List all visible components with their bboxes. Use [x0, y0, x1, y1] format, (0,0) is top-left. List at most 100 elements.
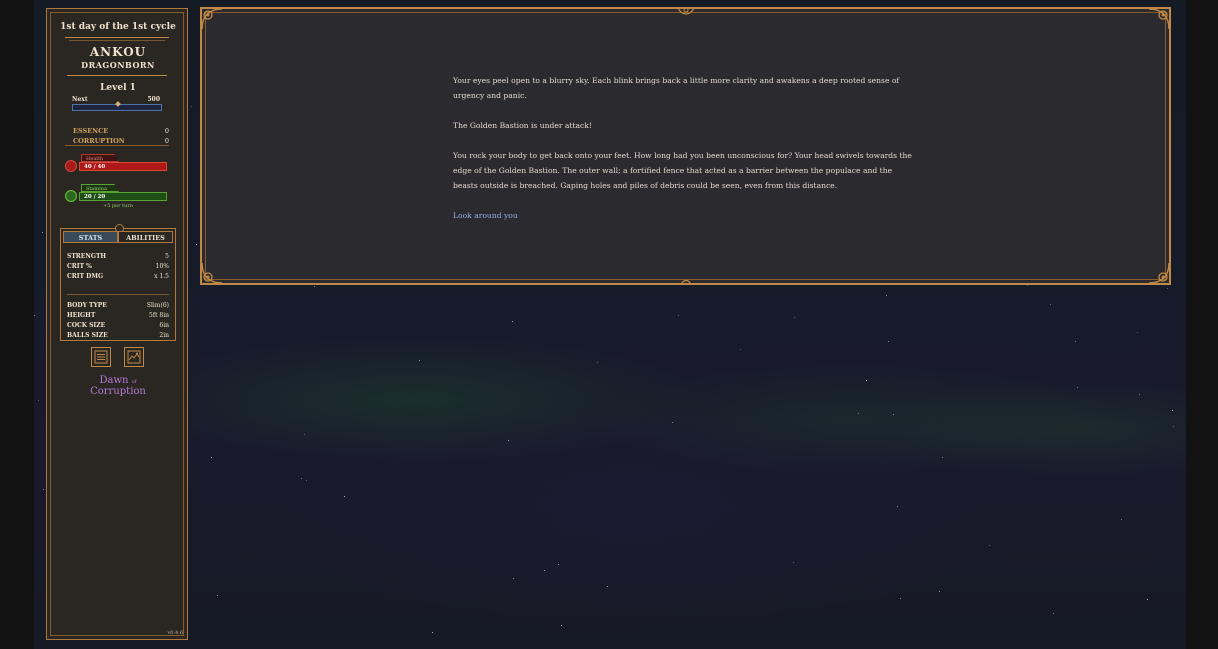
corruption-label: CORRUPTION — [73, 137, 125, 145]
star — [419, 360, 420, 361]
star — [939, 591, 940, 592]
star — [512, 321, 513, 322]
star — [794, 317, 795, 318]
star — [1137, 332, 1138, 333]
stamina-label: Stamina — [81, 184, 119, 192]
tab-stats[interactable]: STATS — [63, 231, 118, 243]
xp-marker — [115, 101, 121, 107]
body-value: 5ft 8in — [149, 312, 169, 319]
character-level: Level 1 — [100, 83, 136, 93]
body-value: 6in — [159, 322, 169, 329]
star — [672, 422, 673, 423]
star — [196, 244, 197, 245]
star — [1121, 519, 1122, 520]
star — [942, 457, 943, 458]
star — [211, 457, 212, 458]
star — [858, 413, 859, 414]
star — [42, 232, 43, 233]
star — [344, 496, 345, 497]
star — [897, 506, 898, 507]
stamina-bar: 20 / 20 — [79, 192, 167, 201]
stat-label: STRENGTH — [67, 253, 107, 260]
essence-value: 0 — [164, 127, 169, 135]
star — [740, 349, 741, 350]
logo-corruption: Corruption — [90, 386, 146, 397]
star — [1053, 613, 1054, 614]
divider — [67, 75, 167, 76]
star — [34, 315, 35, 316]
star — [1050, 304, 1051, 305]
stat-value: 10% — [155, 263, 169, 270]
divider — [69, 40, 165, 41]
version-label: v0.4.6 — [167, 630, 183, 636]
star — [886, 295, 887, 296]
essence-label: ESSENCE — [73, 127, 109, 135]
map-icon — [127, 350, 141, 364]
journal-button[interactable] — [91, 347, 111, 367]
star — [1075, 341, 1076, 342]
xp-bar — [72, 101, 162, 111]
ornament-top-icon — [677, 7, 695, 15]
star — [1173, 426, 1174, 427]
star — [38, 400, 39, 401]
corruption-value: 0 — [164, 137, 169, 145]
ornament-corner-icon — [201, 262, 223, 284]
story-paragraph: You rock your body to get back onto your… — [453, 151, 912, 190]
star — [866, 380, 867, 381]
body-label: COCK SIZE — [67, 322, 106, 329]
star — [1139, 394, 1140, 395]
star — [888, 341, 889, 342]
stat-value: 5 — [165, 253, 169, 260]
star — [544, 570, 545, 571]
look-around-link[interactable]: Look around you — [453, 211, 518, 220]
star — [513, 578, 514, 579]
stats-panel: STATS ABILITIES STRENGTH 5 CRIT % 10% CR… — [60, 224, 176, 341]
star — [678, 315, 679, 316]
story-panel: Your eyes peel open to a blurry sky. Eac… — [200, 7, 1171, 286]
story-paragraph: The Golden Bastion is under attack! — [453, 121, 592, 130]
health-bar: 40 / 40 — [79, 162, 167, 171]
day-cycle-label: 1st day of the 1st cycle — [60, 22, 176, 32]
body-value: 2in — [159, 332, 169, 339]
story-paragraph: Your eyes peel open to a blurry sky. Eac… — [453, 76, 900, 100]
health-label: Health — [81, 154, 119, 162]
story-text: Your eyes peel open to a blurry sky. Eac… — [453, 73, 913, 238]
star — [301, 478, 302, 479]
health-gauge: Health 40 / 40 — [65, 154, 169, 176]
ornament-bottom-icon — [680, 279, 692, 286]
star — [508, 440, 509, 441]
star — [432, 632, 433, 633]
xp-next-value: 500 — [147, 96, 160, 103]
body-value: Slim(6) — [146, 302, 169, 309]
star — [43, 489, 44, 490]
stat-value: x 1.5 — [154, 273, 169, 280]
ornament-corner-icon — [1148, 8, 1170, 30]
body-label: BODY TYPE — [67, 302, 107, 309]
logo-dawn: Dawn — [99, 375, 129, 386]
star — [561, 625, 562, 626]
character-sidebar: 1st day of the 1st cycle ANKOU DRAGONBOR… — [46, 8, 188, 640]
star — [217, 595, 218, 596]
game-logo: Dawn of Corruption — [47, 376, 189, 397]
character-name: ANKOU — [89, 45, 147, 59]
stat-label: CRIT DMG — [67, 273, 104, 280]
body-label: BALLS SIZE — [67, 332, 108, 339]
tab-abilities[interactable]: ABILITIES — [118, 231, 173, 243]
star — [304, 434, 305, 435]
stamina-orb-icon — [65, 190, 77, 202]
star — [607, 586, 608, 587]
star — [1147, 599, 1148, 600]
star — [893, 414, 894, 415]
ornament-corner-icon — [1148, 262, 1170, 284]
star — [191, 106, 192, 107]
xp-next-label: Next — [72, 96, 88, 103]
stamina-regen: +5 per turn — [103, 203, 133, 209]
health-value: 40 / 40 — [84, 164, 106, 170]
star — [1027, 285, 1028, 286]
star — [558, 564, 559, 565]
body-label: HEIGHT — [67, 312, 96, 319]
stat-label: CRIT % — [67, 263, 92, 270]
health-orb-icon — [65, 160, 77, 172]
star — [793, 562, 794, 563]
map-button[interactable] — [124, 347, 144, 367]
